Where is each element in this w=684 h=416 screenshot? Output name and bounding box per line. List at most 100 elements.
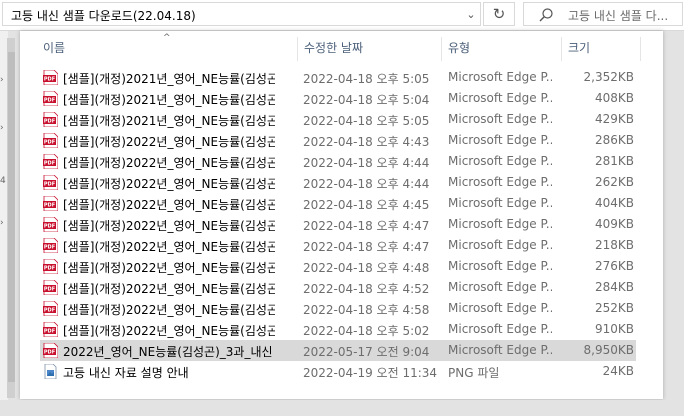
svg-text:PDF: PDF (44, 119, 55, 125)
file-date: 2022-04-18 오후 4:43 (303, 135, 430, 149)
file-row[interactable]: PDF [샘플](개정)2022년_영어_NE능률(김성곤)_10과_내신 2022… (40, 319, 636, 340)
window-bottom (0, 400, 684, 416)
file-date: 2022-04-18 오후 5:05 (303, 114, 430, 128)
svg-text:PDF: PDF (44, 203, 55, 209)
file-date: 2022-04-18 오후 4:44 (303, 156, 430, 170)
file-row[interactable]: PDF 2022년_영어_NE능률(김성곤)_3과_내신 ... 2022-05-1… (40, 340, 636, 361)
file-name[interactable]: 2022년_영어_NE능률(김성곤)_3과_내신 ... (63, 343, 275, 360)
svg-text:PDF: PDF (44, 329, 55, 335)
pdf-file-icon: PDF (43, 91, 58, 106)
svg-text:PDF: PDF (44, 140, 55, 146)
column-header-type[interactable]: 유형 (448, 39, 470, 57)
file-size: 910KB (594, 322, 634, 336)
column-header-size[interactable]: 크기 (568, 39, 590, 57)
column-header-name[interactable]: 이름 (43, 39, 65, 57)
pdf-file-icon: PDF (43, 154, 58, 169)
search-box[interactable]: 고등 내신 샘플 다... (523, 2, 683, 26)
file-row[interactable]: PDF [샘플](개정)2022년_영어_NE능률(김성곤)_8과_내신 2022-… (40, 277, 636, 298)
svg-text:PDF: PDF (44, 350, 55, 356)
file-name[interactable]: 고등 내신 자료 설명 안내 (63, 364, 275, 381)
pdf-file-icon: PDF (43, 280, 58, 295)
file-size: 24KB (602, 364, 634, 378)
toolbar: 고등 내신 샘플 다운로드(22.04.18) ⌄ ↻ 고등 내신 샘플 다..… (0, 0, 684, 31)
address-path[interactable]: 고등 내신 샘플 다운로드(22.04.18) (11, 7, 196, 24)
file-type: Microsoft Edge P... (448, 280, 552, 294)
file-size: 409KB (594, 217, 634, 231)
file-name[interactable]: [샘플](개정)2022년_영어_NE능률(김성곤)_6과_내신 (63, 238, 275, 255)
file-row[interactable]: 고등 내신 자료 설명 안내 2022-04-19 오전 11:34 PNG 파일 2… (40, 361, 636, 382)
file-row[interactable]: PDF [샘플](개정)2021년_영어_NE능률(김성곤)_3과_내신 2022-… (40, 109, 636, 130)
chevron-down-icon[interactable]: ⌄ (463, 7, 479, 23)
file-name[interactable]: [샘플](개정)2021년_영어_NE능률(김성곤)_3과_내신 (63, 112, 275, 129)
file-name[interactable]: [샘플](개정)2022년_영어_NE능률(김성곤)_4과_내신 (63, 196, 275, 213)
file-type: Microsoft Edge P... (448, 196, 552, 210)
pdf-file-icon: PDF (43, 217, 58, 232)
file-row[interactable]: PDF [샘플](개정)2022년_영어_NE능률(김성곤)_2과_내신 2022-… (40, 151, 636, 172)
address-bar[interactable]: 고등 내신 샘플 다운로드(22.04.18) ⌄ (2, 2, 481, 26)
file-row[interactable]: PDF [샘플](개정)2022년_영어_NE능률(김성곤)_3과_내신 2022-… (40, 172, 636, 193)
file-name[interactable]: [샘플](개정)2022년_영어_NE능률(김성곤)_2과_내신 (63, 154, 275, 171)
file-type: Microsoft Edge P... (448, 301, 552, 315)
file-type: Microsoft Edge P... (448, 175, 552, 189)
svg-text:PDF: PDF (44, 245, 55, 251)
file-date: 2022-04-18 오후 5:04 (303, 93, 430, 107)
pdf-file-icon: PDF (43, 70, 58, 85)
file-type: Microsoft Edge P... (448, 112, 552, 126)
file-date: 2022-04-18 오후 5:05 (303, 72, 430, 86)
svg-text:PDF: PDF (44, 308, 55, 314)
file-type: Microsoft Edge P... (448, 217, 552, 231)
file-row[interactable]: PDF [샘플](개정)2022년_영어_NE능률(김성곤)_6과_내신 2022-… (40, 235, 636, 256)
file-name[interactable]: [샘플](개정)2021년_영어_NE능률(김성곤)_2과_내신 (63, 91, 275, 108)
image-file-icon (44, 364, 57, 379)
file-type: Microsoft Edge P... (448, 238, 552, 252)
file-row[interactable]: PDF [샘플](개정)2022년_영어_NE능률(김성곤)_9과_내신 2022-… (40, 298, 636, 319)
pdf-file-icon: PDF (43, 301, 58, 316)
file-row[interactable]: PDF [샘플](개정)2022년_영어_NE능률(김성곤)_5과_내신 2022-… (40, 214, 636, 235)
file-name[interactable]: [샘플](개정)2022년_영어_NE능률(김성곤)_1과_내신 (63, 133, 275, 150)
file-name[interactable]: [샘플](개정)2022년_영어_NE능률(김성곤)_3과_내신 (63, 175, 275, 192)
pdf-file-icon: PDF (43, 343, 58, 358)
column-divider[interactable] (441, 37, 442, 61)
file-name[interactable]: [샘플](개정)2022년_영어_NE능률(김성곤)_8과_내신 (63, 280, 275, 297)
file-size: 252KB (594, 301, 634, 315)
file-name[interactable]: [샘플](개정)2022년_영어_NE능률(김성곤)_10과_내신 (63, 322, 275, 339)
file-row[interactable]: PDF [샘플](개정)2022년_영어_NE능률(김성곤)_1과_내신 2022-… (40, 130, 636, 151)
file-list-panel: ^ 이름 수정한 날짜 유형 크기 PDF [샘플](개정)2021년_영어_NE… (20, 31, 663, 399)
file-size: 276KB (594, 259, 634, 273)
file-date: 2022-04-18 오후 4:44 (303, 177, 430, 191)
column-header-date[interactable]: 수정한 날짜 (304, 39, 363, 57)
sort-ascending-icon: ^ (163, 33, 171, 43)
file-size: 2,352KB (583, 70, 634, 84)
search-input[interactable]: 고등 내신 샘플 다... (568, 7, 668, 24)
svg-text:PDF: PDF (44, 287, 55, 293)
nav-collapse-marker: › (0, 75, 4, 85)
file-size: 284KB (594, 280, 634, 294)
refresh-icon: ↻ (492, 5, 506, 23)
file-date: 2022-05-17 오전 9:04 (303, 345, 430, 359)
column-divider[interactable] (561, 37, 562, 61)
nav-collapse-marker: › (0, 218, 4, 228)
file-size: 8,950KB (583, 343, 634, 357)
file-size: 218KB (594, 238, 634, 252)
refresh-button[interactable]: ↻ (483, 2, 515, 26)
file-row[interactable]: PDF [샘플](개정)2022년_영어_NE능률(김성곤)_4과_내신 2022-… (40, 193, 636, 214)
nav-collapse-marker: › (0, 123, 4, 133)
pdf-file-icon: PDF (43, 322, 58, 337)
file-size: 404KB (594, 196, 634, 210)
file-date: 2022-04-18 오후 4:45 (303, 198, 430, 212)
file-row[interactable]: PDF [샘플](개정)2021년_영어_NE능률(김성곤)_1과_내신 2022-… (40, 67, 636, 88)
svg-text:PDF: PDF (44, 182, 55, 188)
file-size: 429KB (594, 112, 634, 126)
file-date: 2022-04-18 오후 4:58 (303, 303, 430, 317)
file-date: 2022-04-19 오전 11:34 (303, 366, 438, 380)
file-name[interactable]: [샘플](개정)2022년_영어_NE능률(김성곤)_5과_내신 (63, 217, 275, 234)
file-name[interactable]: [샘플](개정)2021년_영어_NE능률(김성곤)_1과_내신 (63, 70, 275, 87)
file-name[interactable]: [샘플](개정)2022년_영어_NE능률(김성곤)_9과_내신 (63, 301, 275, 318)
file-row[interactable]: PDF [샘플](개정)2022년_영어_NE능률(김성곤)_7과_내신 2022-… (40, 256, 636, 277)
file-row[interactable]: PDF [샘플](개정)2021년_영어_NE능률(김성곤)_2과_내신 2022-… (40, 88, 636, 109)
nav-scrollbar-thumb[interactable] (8, 52, 15, 382)
column-divider[interactable] (640, 37, 641, 61)
column-divider[interactable] (297, 37, 298, 61)
file-name[interactable]: [샘플](개정)2022년_영어_NE능률(김성곤)_7과_내신 (63, 259, 275, 276)
file-date: 2022-04-18 오후 4:52 (303, 282, 430, 296)
